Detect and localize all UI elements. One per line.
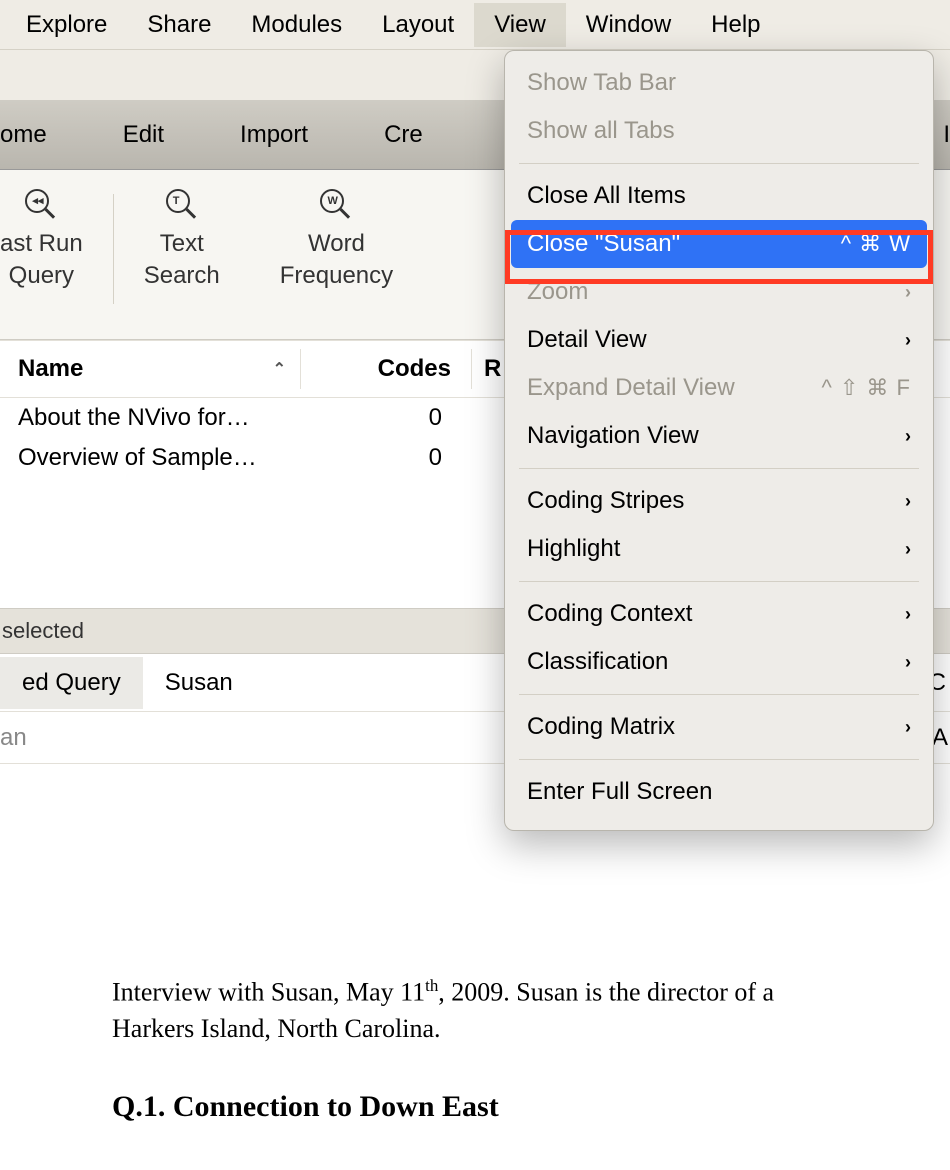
menu-item-navigation-view[interactable]: Navigation View › xyxy=(505,412,933,460)
chevron-right-icon: › xyxy=(905,539,911,560)
menu-item-zoom: Zoom › xyxy=(505,268,933,316)
ribbon-tab-home[interactable]: ome xyxy=(0,121,85,149)
menu-item-label: Coding Stripes xyxy=(527,487,684,515)
menu-item-label: Highlight xyxy=(527,535,620,563)
menu-item-label: Navigation View xyxy=(527,422,699,450)
menu-item-show-tab-bar: Show Tab Bar xyxy=(505,59,933,107)
menu-item-label: Close All Items xyxy=(527,182,686,210)
menu-separator xyxy=(519,581,919,582)
view-dropdown-menu: Show Tab Bar Show all Tabs Close All Items… xyxy=(504,50,934,831)
chevron-right-icon: › xyxy=(905,652,911,673)
menu-item-label: Coding Context xyxy=(527,600,692,628)
tool-label: Search xyxy=(144,260,220,292)
doc-tab-susan[interactable]: Susan xyxy=(143,657,255,709)
app-menubar: Explore Share Modules Layout View Window… xyxy=(0,0,950,50)
menu-item-label: Show Tab Bar xyxy=(527,69,676,97)
chevron-right-icon: › xyxy=(905,604,911,625)
menu-item-label: Show all Tabs xyxy=(527,117,675,145)
menu-item-enter-full-screen[interactable]: Enter Full Screen xyxy=(505,768,933,816)
menu-item-close-susan[interactable]: Close "Susan" ^ ⌘ W xyxy=(511,220,927,268)
menu-item-coding-matrix[interactable]: Coding Matrix › xyxy=(505,703,933,751)
paragraph: Interview with Susan, May 11th, 2009. Su… xyxy=(112,974,950,1046)
magnifier-rewind-icon: ◂◂ xyxy=(24,188,58,222)
menu-share[interactable]: Share xyxy=(127,3,231,47)
menu-item-classification[interactable]: Classification › xyxy=(505,638,933,686)
menu-item-label: Zoom xyxy=(527,278,588,306)
heading-q1: Q.1. Connection to Down East xyxy=(112,1086,950,1127)
menu-layout[interactable]: Layout xyxy=(362,3,474,47)
menu-item-close-all-items[interactable]: Close All Items xyxy=(505,172,933,220)
menu-separator xyxy=(519,163,919,164)
doc-tab-saved-query[interactable]: ed Query xyxy=(0,657,143,709)
menu-separator xyxy=(519,468,919,469)
menu-separator xyxy=(519,759,919,760)
chevron-right-icon: › xyxy=(905,282,911,303)
ribbon-tab-import[interactable]: Import xyxy=(202,121,346,149)
column-name[interactable]: Name ⌃ xyxy=(0,355,300,383)
menu-item-highlight[interactable]: Highlight › xyxy=(505,525,933,573)
ribbon-tab-edit[interactable]: Edit xyxy=(85,121,202,149)
menu-separator xyxy=(519,694,919,695)
menu-item-label: Detail View xyxy=(527,326,647,354)
tool-last-run-query[interactable]: ◂◂ ast Run Query xyxy=(0,188,113,293)
chevron-right-icon: › xyxy=(905,717,911,738)
menu-item-coding-context[interactable]: Coding Context › xyxy=(505,590,933,638)
chevron-right-icon: › xyxy=(905,330,911,351)
item-name: About the NVivo for… xyxy=(0,404,300,432)
column-references[interactable]: R xyxy=(472,355,501,383)
menu-item-label: Expand Detail View xyxy=(527,374,735,402)
menu-window[interactable]: Window xyxy=(566,3,691,47)
menu-explore[interactable]: Explore xyxy=(6,3,127,47)
column-codes[interactable]: Codes xyxy=(301,355,471,383)
chevron-right-icon: › xyxy=(905,426,911,447)
menu-shortcut: ^ ⇧ ⌘ F xyxy=(821,375,911,401)
tool-label: Text xyxy=(160,228,204,260)
menu-item-label: Coding Matrix xyxy=(527,713,675,741)
tool-text-search[interactable]: T Text Search xyxy=(114,188,250,293)
sort-asc-icon: ⌃ xyxy=(273,359,286,379)
right-edge-2: A xyxy=(932,724,950,752)
tool-label: Frequency xyxy=(280,260,393,292)
item-codes: 0 xyxy=(300,444,470,472)
menu-view[interactable]: View xyxy=(474,3,566,47)
menu-shortcut: ^ ⌘ W xyxy=(841,231,911,257)
menu-item-label: Close "Susan" xyxy=(527,230,680,258)
menu-item-show-all-tabs: Show all Tabs xyxy=(505,107,933,155)
tool-label: Word xyxy=(308,228,365,260)
menu-help[interactable]: Help xyxy=(691,3,780,47)
menu-item-label: Enter Full Screen xyxy=(527,778,712,806)
menu-item-label: Classification xyxy=(527,648,668,676)
item-name: Overview of Sample… xyxy=(0,444,300,472)
column-name-label: Name xyxy=(18,355,83,383)
tool-label: ast Run xyxy=(0,228,83,260)
magnifier-w-icon: W xyxy=(319,188,353,222)
menu-item-expand-detail-view: Expand Detail View ^ ⇧ ⌘ F xyxy=(505,364,933,412)
menu-item-detail-view[interactable]: Detail View › xyxy=(505,316,933,364)
document-name: an xyxy=(0,724,27,752)
magnifier-t-icon: T xyxy=(165,188,199,222)
tool-word-frequency[interactable]: W Word Frequency xyxy=(250,188,423,293)
tool-label: Query xyxy=(9,260,74,292)
annotation-highlight-view xyxy=(0,50,126,100)
chevron-right-icon: › xyxy=(905,491,911,512)
menu-modules[interactable]: Modules xyxy=(231,3,362,47)
ribbon-tab-create[interactable]: Cre xyxy=(346,121,461,149)
item-codes: 0 xyxy=(300,404,470,432)
menu-item-coding-stripes[interactable]: Coding Stripes › xyxy=(505,477,933,525)
